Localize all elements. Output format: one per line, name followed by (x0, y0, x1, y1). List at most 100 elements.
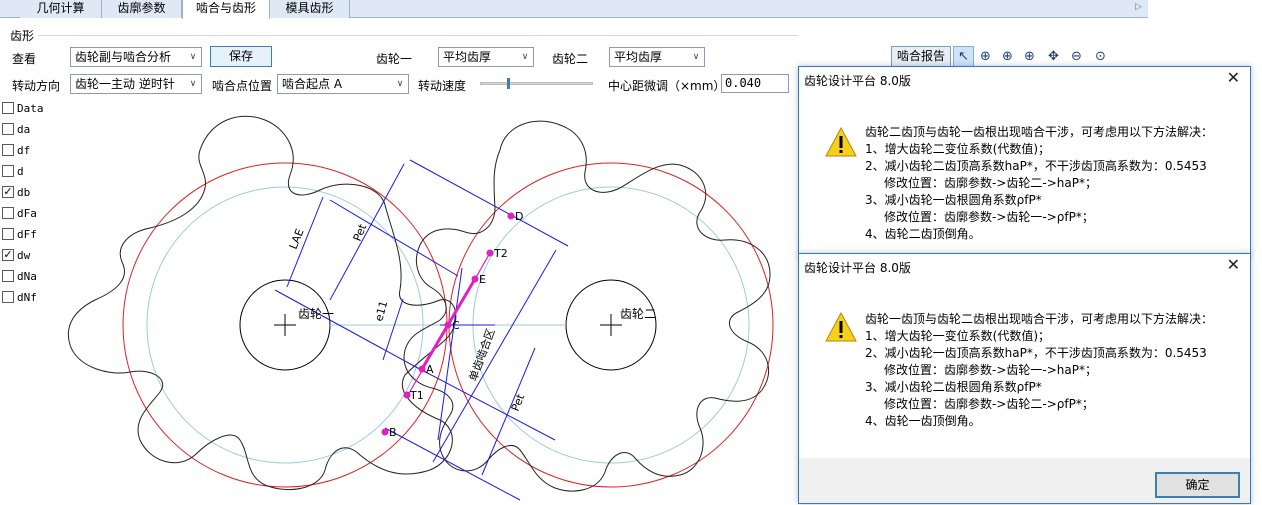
close-icon[interactable]: ✕ (1227, 68, 1240, 87)
checkbox-label: dFa (17, 207, 37, 220)
dialog-message: 齿轮二齿顶与齿轮一齿根出现啮合干涉，可考虑用以下方法解决： 1、增大齿轮二变位系… (865, 124, 1213, 243)
gear2-select-value: 平均齿厚 (614, 50, 663, 64)
speed-slider-thumb[interactable] (507, 78, 510, 89)
checkbox-label: d (17, 165, 24, 178)
dialog-message: 齿轮一齿顶与齿轮二齿根出现啮合干涉，可考虑用以下方法解决： 1、增大齿轮一变位系… (865, 311, 1213, 430)
zoom-window-icon[interactable]: ⊕ (975, 46, 996, 67)
center-adjust-input[interactable]: 0.040 (721, 74, 789, 93)
mesh-report-button[interactable]: 啮合报告 (891, 46, 951, 67)
checkbox-label: dNf (17, 291, 37, 304)
checkbox-dna[interactable]: dNa (2, 270, 37, 286)
point-label-t1: T1 (409, 389, 424, 402)
dialog-line: 3、减小齿轮二齿根圆角系数ρfP* (865, 380, 1042, 394)
gear2-select[interactable]: 平均齿厚 ∨ (609, 47, 705, 67)
dim-label-pet-1: Pet (351, 222, 370, 244)
dialog-line: 2、减小齿轮一齿顶高系数haP*，不干涉齿顶高系数为：0.5453 (865, 346, 1207, 360)
speed-slider-track[interactable] (480, 82, 593, 85)
gear1-label: 齿轮一 (376, 52, 413, 66)
dialog-line: 1、增大齿轮二变位系数(代数值)； (865, 142, 1050, 156)
mesh-point-select[interactable]: 啮合起点 A ∨ (277, 74, 409, 94)
tab-geometry[interactable]: 几何计算 (20, 0, 102, 18)
checkbox-box[interactable] (2, 270, 14, 282)
checkbox-label: db (17, 186, 31, 199)
checkbox-db[interactable]: ✓ db (2, 186, 30, 202)
dialog-footer: 确定 (799, 458, 1250, 503)
actual-contact-segment (420, 278, 477, 370)
warning-dialog-2: 齿轮设计平台 8.0版 ✕ 齿轮一齿顶与齿轮二齿根出现啮合干涉，可考虑用以下方法… (798, 253, 1251, 504)
tab-meshing[interactable]: 啮合与齿形 (182, 0, 270, 19)
warning-dialog-1: 齿轮设计平台 8.0版 ✕ 齿轮二齿顶与齿轮一齿根出现啮合干涉，可考虑用以下方法… (798, 66, 1251, 256)
checkmark-icon[interactable]: ✓ (2, 186, 14, 198)
point-label-d: D (515, 210, 523, 223)
checkbox-dff[interactable]: dFf (2, 228, 37, 244)
dialog-line: 2、减小齿轮二齿顶高系数haP*，不干涉齿顶高系数为：0.5453 (865, 159, 1207, 173)
checkbox-df[interactable]: df (2, 144, 30, 160)
warning-icon (825, 312, 857, 342)
dimension-labels: LAE Pet e11 单齿啮合区 Pet (287, 222, 528, 414)
gear1-hub (239, 279, 331, 371)
direction-select-value: 齿轮一主动 逆时针 (75, 77, 175, 91)
checkbox-data[interactable]: Data (2, 102, 44, 118)
chevron-down-icon: ∨ (521, 52, 529, 62)
point-label-t2: T2 (493, 247, 508, 260)
view-select-value: 齿轮副与啮合分析 (75, 50, 172, 64)
checkbox-dfa[interactable]: dFa (2, 207, 37, 223)
dialog-line: 4、齿轮二齿顶倒角。 (865, 227, 981, 241)
tab-mold-profile[interactable]: 模具齿形 (270, 0, 350, 18)
gear1-base-circle (122, 162, 448, 488)
pointer-icon[interactable]: ↖ (953, 46, 974, 67)
save-button[interactable]: 保存 (210, 46, 272, 67)
zoom-reset-icon[interactable]: ⊙ (1090, 46, 1111, 67)
gear2-label: 齿轮二 (620, 307, 656, 321)
view-select[interactable]: 齿轮副与啮合分析 ∨ (70, 47, 202, 67)
checkbox-box[interactable] (2, 291, 14, 303)
chevron-down-icon: ∨ (396, 79, 404, 89)
dialog-line: 修改位置：齿廓参数->齿轮一->ρfP*； (884, 210, 1094, 224)
dialog-title: 齿轮设计平台 8.0版 (804, 261, 911, 275)
dimension-lines (274, 159, 569, 501)
zoom-out-icon[interactable]: ⊖ (1066, 46, 1087, 67)
checkbox-label: dFf (17, 228, 37, 241)
dim-label-single-mesh: 单齿啮合区 (466, 327, 498, 383)
dialog-line: 1、增大齿轮一变位系数(代数值)； (865, 329, 1050, 343)
checkbox-label: Data (17, 102, 44, 115)
gear2-center-mark (600, 314, 622, 336)
gear1-label: 齿轮一 (298, 307, 334, 321)
gear1-tooth-profile (68, 115, 457, 491)
chevron-down-icon: ∨ (189, 79, 197, 89)
dialog-line: 修改位置：齿廓参数->齿轮二->ρfP*； (884, 397, 1094, 411)
center-adjust-label: 中心距微调（×mm） (608, 79, 726, 93)
tab-scroll-right-icon[interactable]: ▷ (1135, 2, 1142, 12)
gear1-select-value: 平均齿厚 (443, 50, 492, 64)
mesh-point-label: 啮合点位置 (212, 79, 273, 93)
ok-button[interactable]: 确定 (1155, 472, 1240, 498)
gear2-label: 齿轮二 (552, 52, 589, 66)
checkbox-da[interactable]: da (2, 123, 30, 139)
point-label-c: C (452, 319, 460, 332)
checkbox-box[interactable] (2, 165, 14, 177)
point-label-a: A (426, 363, 434, 376)
close-icon[interactable]: ✕ (1227, 255, 1240, 274)
gear1-select[interactable]: 平均齿厚 ∨ (438, 47, 534, 67)
dim-label-e11: e11 (372, 299, 390, 322)
gear2-hub (565, 279, 657, 371)
mesh-points (381, 212, 515, 436)
checkbox-box[interactable] (2, 207, 14, 219)
checkbox-dnf[interactable]: dNf (2, 291, 37, 307)
checkbox-box[interactable] (2, 123, 14, 135)
tab-profile-params[interactable]: 齿廓参数 (102, 0, 182, 18)
checkbox-dw[interactable]: ✓ dw (2, 249, 30, 265)
zoom-in-icon[interactable]: ⊕ (997, 46, 1018, 67)
zoom-all-icon[interactable]: ⊕ (1019, 46, 1040, 67)
dialog-line: 齿轮一齿顶与齿轮二齿根出现啮合干涉，可考虑用以下方法解决： (865, 312, 1214, 326)
view-label: 查看 (12, 52, 37, 66)
checkbox-box[interactable] (2, 102, 14, 114)
checkmark-icon[interactable]: ✓ (2, 249, 14, 261)
gear1-center-mark (274, 314, 296, 336)
direction-select[interactable]: 齿轮一主动 逆时针 ∨ (70, 74, 202, 94)
point-label-b: B (389, 426, 397, 439)
checkbox-d[interactable]: d (2, 165, 24, 181)
checkbox-box[interactable] (2, 144, 14, 156)
pan-icon[interactable]: ✥ (1043, 46, 1064, 67)
checkbox-box[interactable] (2, 228, 14, 240)
